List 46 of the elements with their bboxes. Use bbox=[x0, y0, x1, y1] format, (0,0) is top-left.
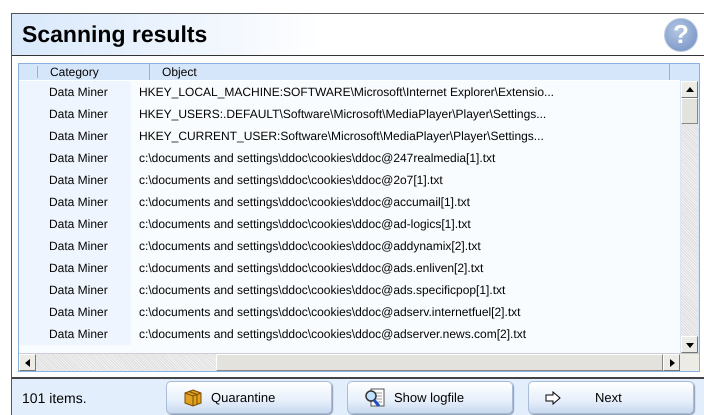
table-cell: Data Miner bbox=[19, 213, 131, 235]
arrow-icon bbox=[545, 390, 561, 404]
table-cell-text: c:\documents and settings\ddoc\cookies\ddoc@ads.specificpop[1].txt bbox=[138, 283, 506, 297]
table-cell: Data Miner bbox=[19, 191, 131, 213]
footer-button[interactable]: Quarantine bbox=[166, 381, 332, 414]
down-arrow-icon bbox=[684, 340, 694, 348]
table-cell-text: c:\documents and settings\ddoc\cookies\ddoc@adserv.internetfuel[2].txt bbox=[138, 305, 521, 319]
table-cell: Data Miner bbox=[19, 81, 131, 103]
table-cell-text: HKEY_USERS:.DEFAULT\Software\Microsoft\MediaPlayer\Player\Settings... bbox=[138, 107, 546, 121]
page-title: Scanning results bbox=[22, 21, 208, 48]
table-cell: Data Miner bbox=[19, 301, 131, 323]
table-cell: Data Miner bbox=[19, 279, 131, 301]
table-cell: Data Miner bbox=[19, 103, 131, 125]
left-arrow-icon bbox=[24, 358, 32, 368]
table-cell-text: c:\documents and settings\ddoc\cookies\ddoc@ads.enliven[2].txt bbox=[138, 261, 484, 275]
table-cell-text: c:\documents and settings\ddoc\cookies\ddoc@accumail[1].txt bbox=[138, 195, 470, 209]
table-cell-text: HKEY_LOCAL_MACHINE:SOFTWARE\Microsoft\Internet Explorer\Extensio... bbox=[138, 85, 554, 99]
right-arrow-icon bbox=[668, 358, 676, 368]
box-icon bbox=[183, 388, 203, 408]
scroll-right-button[interactable] bbox=[663, 354, 680, 371]
table-cell-text: c:\documents and settings\ddoc\cookies\ddoc@2o7[1].txt bbox=[138, 173, 443, 187]
scroll-thumb[interactable] bbox=[216, 354, 663, 371]
table-cell: Data Miner bbox=[19, 169, 131, 191]
scroll-thumb[interactable] bbox=[681, 98, 698, 124]
column-header[interactable]: Category bbox=[38, 64, 150, 80]
scrollbar-corner bbox=[680, 353, 699, 371]
scroll-down-button[interactable] bbox=[681, 336, 698, 353]
table-cell: Data Miner bbox=[19, 235, 131, 257]
table-cell-text: c:\documents and settings\ddoc\cookies\ddoc@addynamix[2].txt bbox=[138, 239, 481, 253]
table-cell-text: c:\documents and settings\ddoc\cookies\ddoc@ad-logics[1].txt bbox=[138, 217, 471, 231]
table-cell-text: c:\documents and settings\ddoc\cookies\ddoc@247realmedia[1].txt bbox=[138, 151, 496, 165]
table-cell-text: HKEY_CURRENT_USER:Software\Microsoft\MediaPlayer\Player\Settings... bbox=[138, 129, 544, 143]
table-cell: Data Miner bbox=[19, 323, 131, 345]
footer-button[interactable]: Next bbox=[528, 381, 694, 414]
magnifier-icon bbox=[364, 388, 386, 408]
column-header[interactable]: Object bbox=[150, 64, 670, 80]
up-arrow-icon bbox=[684, 86, 694, 94]
table-cell: Data Miner bbox=[19, 125, 131, 147]
footer-button[interactable]: Show logfile bbox=[347, 381, 513, 414]
item-count: 101 items. bbox=[22, 390, 88, 406]
scroll-left-button[interactable] bbox=[19, 354, 36, 371]
table-cell-text: c:\documents and settings\ddoc\cookies\ddoc@adserver.news.com[2].txt bbox=[138, 327, 526, 341]
table-cell: Data Miner bbox=[19, 257, 131, 279]
table-cell: Data Miner bbox=[19, 147, 131, 169]
scroll-up-button[interactable] bbox=[681, 81, 698, 98]
vertical-scrollbar[interactable] bbox=[681, 81, 698, 353]
